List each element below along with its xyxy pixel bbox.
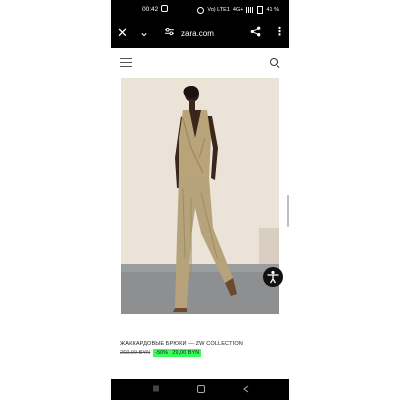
site-header (111, 48, 289, 78)
accessibility-icon (267, 270, 279, 284)
phone-screen: 00:42 Vo) LTE1 4G+ 41 % ✕ ⌄ zara.com ⋮ Ж… (111, 0, 289, 400)
recent-apps-icon[interactable] (153, 385, 159, 392)
home-icon[interactable] (197, 385, 205, 393)
url-text[interactable]: zara.com (181, 29, 214, 38)
signal-label: 4G+ (232, 7, 244, 13)
search-icon[interactable] (270, 58, 278, 66)
scroll-indicator[interactable] (287, 195, 289, 227)
menu-icon[interactable] (120, 58, 132, 67)
model-photo (121, 78, 279, 314)
back-icon[interactable] (242, 385, 250, 393)
accessibility-button[interactable] (263, 267, 283, 287)
battery-level: 41 % (266, 7, 279, 13)
share-icon[interactable] (250, 26, 261, 37)
more-vertical-icon[interactable]: ⋮ (274, 26, 285, 38)
network-label: Vo) LTE1 (207, 7, 230, 13)
discount-badge: -50% (153, 349, 171, 357)
system-navigation-bar (111, 379, 289, 400)
chevron-down-icon[interactable]: ⌄ (139, 25, 149, 39)
product-name[interactable]: ЖАККАРДОВЫЕ БРЮКИ — ZW COLLECTION (120, 341, 243, 347)
status-time: 00:42 (142, 6, 159, 13)
status-indicators: Vo) LTE1 4G+ 41 % (197, 6, 279, 14)
instagram-notification-icon (161, 5, 168, 12)
alarm-icon (197, 6, 205, 14)
price-row: 269,00 BYN -50% 29,00 BYN (120, 349, 202, 357)
old-price: 269,00 BYN (120, 350, 151, 356)
browser-toolbar: ✕ ⌄ zara.com ⋮ (111, 20, 289, 48)
battery-icon (257, 6, 264, 14)
product-image[interactable] (121, 78, 279, 314)
signal-icon (246, 7, 255, 13)
close-icon[interactable]: ✕ (117, 26, 128, 40)
tune-icon[interactable] (165, 27, 174, 36)
new-price: 29,00 BYN (170, 349, 202, 357)
status-bar: 00:42 Vo) LTE1 4G+ 41 % (111, 0, 289, 20)
